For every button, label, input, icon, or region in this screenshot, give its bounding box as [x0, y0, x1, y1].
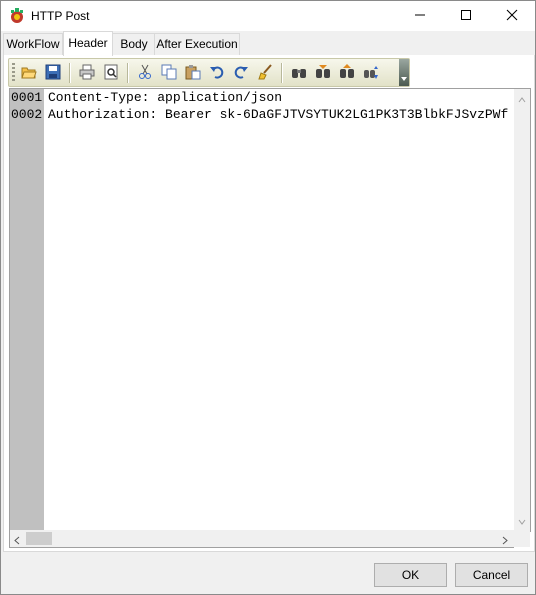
print-button[interactable] [77, 63, 97, 83]
header-editor[interactable]: 0001 0002 Content-Type: application/json… [9, 88, 531, 532]
line-number: 0001 [11, 90, 43, 105]
tab-after-execution[interactable]: After Execution [154, 33, 240, 55]
toolbar-separator [281, 63, 282, 83]
undo-button[interactable] [207, 63, 227, 83]
vertical-scrollbar[interactable] [514, 89, 530, 531]
redo-icon [233, 64, 249, 83]
chevron-left-icon[interactable] [14, 534, 20, 548]
find-next-button[interactable] [313, 63, 333, 83]
tab-body[interactable]: Body [112, 33, 156, 55]
copy-icon [161, 64, 177, 83]
clear-button[interactable] [255, 63, 275, 83]
scrollbar-corner [513, 530, 530, 547]
title-bar[interactable]: HTTP Post [1, 1, 535, 31]
clear-brush-icon [257, 63, 273, 83]
tab-workflow[interactable]: WorkFlow [3, 33, 63, 55]
editor-toolbar [8, 58, 410, 87]
close-icon [506, 9, 518, 24]
print-icon [79, 64, 95, 83]
paste-icon [185, 64, 201, 83]
cut-button[interactable] [135, 63, 155, 83]
print-preview-button[interactable] [101, 63, 121, 83]
cancel-button[interactable]: Cancel [455, 563, 528, 587]
minimize-button[interactable] [397, 1, 443, 31]
replace-icon [363, 64, 379, 83]
find-icon [291, 64, 307, 83]
line-text: Content-Type: application/json [48, 90, 283, 105]
find-previous-icon [339, 63, 355, 83]
save-button[interactable] [43, 63, 63, 83]
chevron-up-icon[interactable] [518, 92, 526, 106]
chevron-down-icon [400, 72, 408, 86]
maximize-button[interactable] [443, 1, 489, 31]
gear-tree-icon [9, 8, 25, 24]
undo-icon [209, 64, 225, 83]
window-title: HTTP Post [31, 9, 90, 23]
http-post-dialog: HTTP Post WorkFlow Header Body After Exe… [0, 0, 536, 595]
toolbar-grip[interactable] [12, 63, 15, 82]
open-button[interactable] [19, 63, 39, 83]
paste-button[interactable] [183, 63, 203, 83]
replace-button[interactable] [361, 63, 381, 83]
find-next-icon [315, 64, 331, 83]
toolbar-separator [127, 63, 128, 83]
horizontal-scrollbar[interactable] [9, 530, 514, 548]
toolbar-separator [69, 63, 70, 83]
editor-text-area[interactable]: Content-Type: application/json Authoriza… [44, 89, 514, 531]
line-number: 0002 [11, 107, 43, 122]
redo-button[interactable] [231, 63, 251, 83]
maximize-icon [460, 9, 472, 24]
horizontal-scroll-thumb[interactable] [26, 532, 52, 545]
print-preview-icon [103, 64, 119, 83]
open-folder-icon [21, 64, 37, 83]
chevron-right-icon[interactable] [502, 534, 508, 548]
toolbar-overflow-button[interactable] [399, 59, 409, 86]
minimize-icon [414, 9, 426, 24]
find-button[interactable] [289, 63, 309, 83]
ok-button[interactable]: OK [374, 563, 447, 587]
copy-button[interactable] [159, 63, 179, 83]
cut-icon [137, 64, 153, 83]
save-icon [45, 64, 61, 83]
line-text: Authorization: Bearer sk-6DaGFJTVSYTUK2L… [48, 107, 509, 122]
find-previous-button[interactable] [337, 63, 357, 83]
tab-header[interactable]: Header [63, 31, 113, 56]
line-number-gutter [10, 89, 44, 531]
close-button[interactable] [489, 1, 535, 31]
chevron-down-icon[interactable] [518, 514, 526, 528]
tab-strip: WorkFlow Header Body After Execution [3, 31, 533, 56]
